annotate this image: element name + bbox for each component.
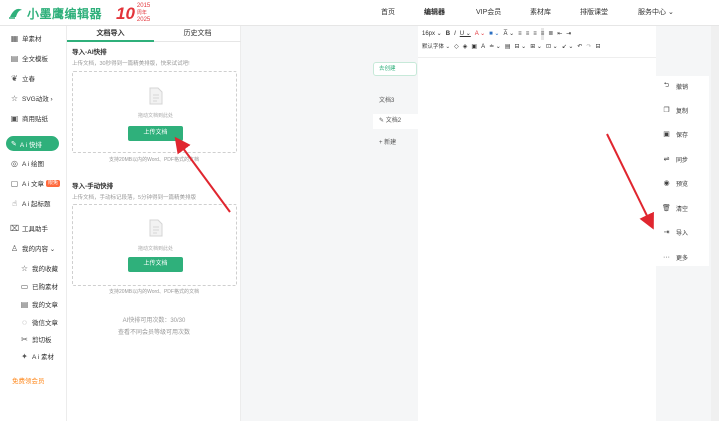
annotation-overlay xyxy=(174,133,654,230)
arrow-to-upload xyxy=(174,136,231,213)
arrow-to-import xyxy=(606,133,654,230)
